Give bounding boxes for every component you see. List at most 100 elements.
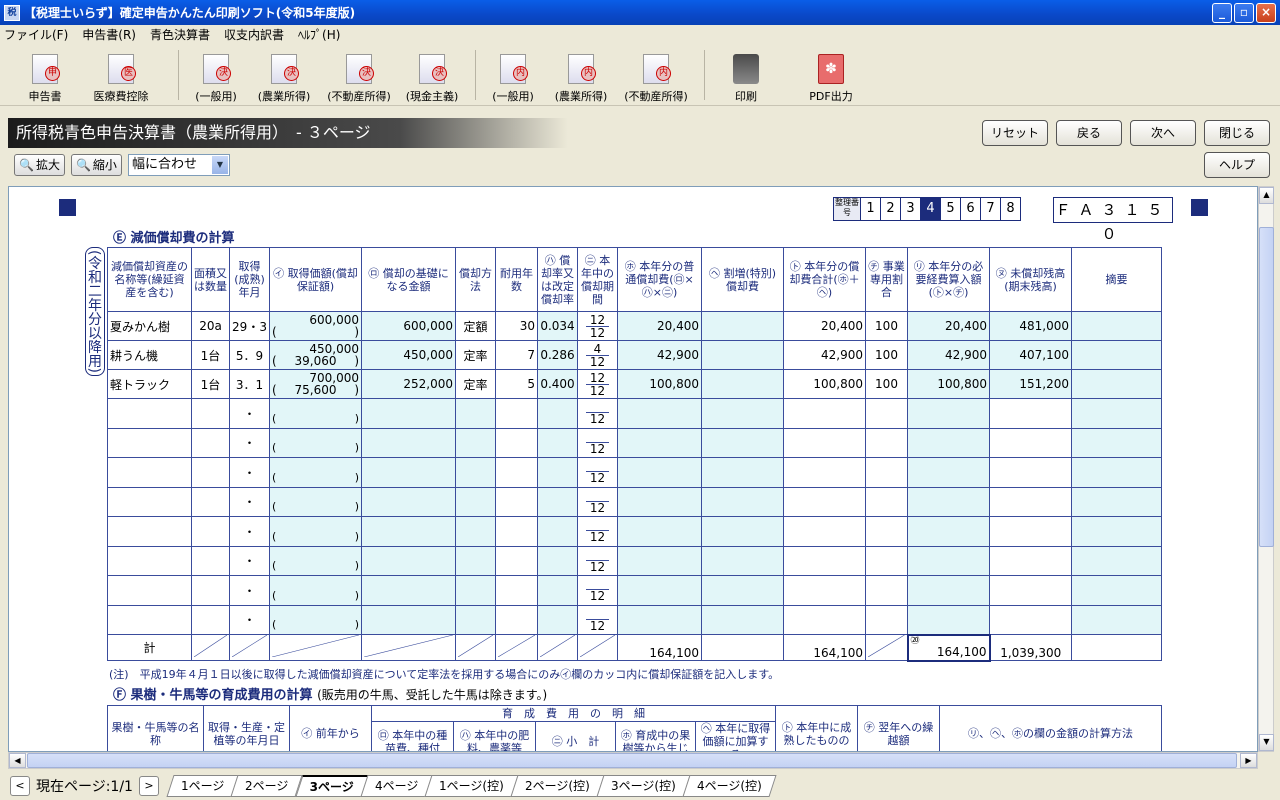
- empty-cell[interactable]: [783, 486, 866, 517]
- horizontal-scrollbar[interactable]: ◀ ▶: [8, 752, 1258, 769]
- minimize-button[interactable]: _: [1212, 3, 1232, 23]
- empty-cell[interactable]: (): [269, 457, 362, 488]
- menu-shinkokusho[interactable]: 申告書(R): [82, 26, 136, 43]
- cost-cell[interactable]: 600,000(): [269, 311, 362, 341]
- empty-cell[interactable]: [191, 486, 230, 517]
- empty-cell[interactable]: [191, 516, 230, 547]
- ratio-cell[interactable]: 100: [865, 369, 908, 399]
- empty-cell[interactable]: ・: [229, 427, 270, 458]
- next-page-tab-button[interactable]: >: [138, 776, 159, 796]
- diag-cell[interactable]: [361, 634, 456, 661]
- empty-cell[interactable]: [701, 398, 784, 429]
- base-cell[interactable]: 252,000: [361, 369, 456, 399]
- zoom-out-button[interactable]: 🔍 縮小: [70, 154, 122, 176]
- remain-cell[interactable]: 481,000: [989, 311, 1072, 341]
- empty-cell[interactable]: [865, 486, 908, 517]
- help-button[interactable]: ヘルプ: [1204, 152, 1270, 178]
- empty-cell[interactable]: 12: [577, 457, 618, 488]
- empty-cell[interactable]: [495, 457, 538, 488]
- empty-cell[interactable]: [1071, 575, 1162, 606]
- empty-cell[interactable]: [495, 486, 538, 517]
- method-cell[interactable]: 定率: [455, 340, 496, 370]
- empty-cell[interactable]: [989, 516, 1072, 547]
- empty-cell[interactable]: 12: [577, 545, 618, 576]
- empty-cell[interactable]: [617, 427, 702, 458]
- empty-cell[interactable]: [1071, 398, 1162, 429]
- empty-cell[interactable]: (): [269, 545, 362, 576]
- qty-cell[interactable]: 1台: [191, 369, 230, 399]
- qty-cell[interactable]: 20a: [191, 311, 230, 341]
- empty-cell[interactable]: [107, 427, 192, 458]
- empty-cell[interactable]: [361, 486, 456, 517]
- empty-cell[interactable]: [989, 457, 1072, 488]
- empty-cell[interactable]: [989, 604, 1072, 635]
- empty-cell[interactable]: [783, 457, 866, 488]
- total-remain[interactable]: 1,039,300: [989, 634, 1072, 661]
- empty-cell[interactable]: [989, 545, 1072, 576]
- next-button[interactable]: 次へ: [1130, 120, 1196, 146]
- asset-name-cell[interactable]: 軽トラック: [107, 369, 192, 399]
- empty-cell[interactable]: [107, 575, 192, 606]
- empty-cell[interactable]: [495, 575, 538, 606]
- empty-cell[interactable]: [455, 457, 496, 488]
- empty-cell[interactable]: [537, 427, 578, 458]
- empty-cell[interactable]: [495, 427, 538, 458]
- empty-cell[interactable]: [1071, 545, 1162, 576]
- scroll-thumb[interactable]: [27, 753, 1237, 768]
- empty-cell[interactable]: [783, 575, 866, 606]
- toolbar-uchiwake-ippan-button[interactable]: 内 (一般用): [488, 54, 538, 104]
- empty-cell[interactable]: [865, 516, 908, 547]
- ratio-cell[interactable]: 100: [865, 311, 908, 341]
- empty-cell[interactable]: ・: [229, 516, 270, 547]
- total-cell[interactable]: 42,900: [783, 340, 866, 370]
- normal-cell[interactable]: 42,900: [617, 340, 702, 370]
- empty-cell[interactable]: ・: [229, 545, 270, 576]
- empty-cell[interactable]: [537, 604, 578, 635]
- toolbar-kessan-fudousan-button[interactable]: 決 (不動産所得): [323, 54, 395, 104]
- empty-cell[interactable]: [617, 398, 702, 429]
- empty-cell[interactable]: [191, 545, 230, 576]
- toolbar-uchiwake-fudousan-button[interactable]: 内 (不動産所得): [620, 54, 692, 104]
- empty-cell[interactable]: [1071, 604, 1162, 635]
- empty-cell[interactable]: [1071, 486, 1162, 517]
- close-window-button[interactable]: ×: [1256, 3, 1276, 23]
- menu-shushi[interactable]: 収支内訳書: [224, 26, 284, 43]
- empty-cell[interactable]: [989, 486, 1072, 517]
- toolbar-iryouhi-button[interactable]: 医医療費控除: [76, 54, 166, 104]
- empty-cell[interactable]: [191, 457, 230, 488]
- rate-cell[interactable]: 0.286: [537, 340, 578, 370]
- empty-cell[interactable]: (): [269, 575, 362, 606]
- empty-cell[interactable]: 12: [577, 398, 618, 429]
- date-cell[interactable]: 3．1: [229, 369, 270, 399]
- empty-cell[interactable]: [107, 604, 192, 635]
- close-button[interactable]: 閉じる: [1204, 120, 1270, 146]
- diag-cell[interactable]: [865, 634, 908, 661]
- tab-page-4-copy[interactable]: 4ページ(控): [682, 775, 776, 797]
- empty-cell[interactable]: [107, 545, 192, 576]
- empty-cell[interactable]: [865, 457, 908, 488]
- empty-cell[interactable]: [537, 486, 578, 517]
- period-cell[interactable]: 12 12: [577, 369, 618, 399]
- tab-page-2[interactable]: 2ページ: [230, 775, 304, 797]
- document-viewport[interactable]: 整理番号 1 2 3 4 5 6 7 8 ＦＡ３１５０ Ⓔ 減価償却費の計算 (…: [8, 186, 1258, 752]
- diag-cell[interactable]: [495, 634, 538, 661]
- empty-cell[interactable]: [907, 575, 990, 606]
- empty-cell[interactable]: [907, 486, 990, 517]
- empty-cell[interactable]: [701, 604, 784, 635]
- empty-cell[interactable]: [537, 398, 578, 429]
- qty-cell[interactable]: 1台: [191, 340, 230, 370]
- empty-cell[interactable]: 12: [577, 486, 618, 517]
- total-extra[interactable]: [701, 634, 784, 661]
- empty-cell[interactable]: [361, 604, 456, 635]
- empty-cell[interactable]: [617, 545, 702, 576]
- remarks-cell[interactable]: [1071, 340, 1162, 370]
- empty-cell[interactable]: [783, 545, 866, 576]
- empty-cell[interactable]: [865, 427, 908, 458]
- reset-button[interactable]: リセット: [982, 120, 1048, 146]
- empty-cell[interactable]: [617, 604, 702, 635]
- toolbar-kessan-nougyou-button[interactable]: 決 (農業所得): [253, 54, 315, 104]
- empty-cell[interactable]: [783, 398, 866, 429]
- menu-aoiro[interactable]: 青色決算書: [150, 26, 210, 43]
- diag-cell[interactable]: [269, 634, 362, 661]
- date-cell[interactable]: 29・3: [229, 311, 270, 341]
